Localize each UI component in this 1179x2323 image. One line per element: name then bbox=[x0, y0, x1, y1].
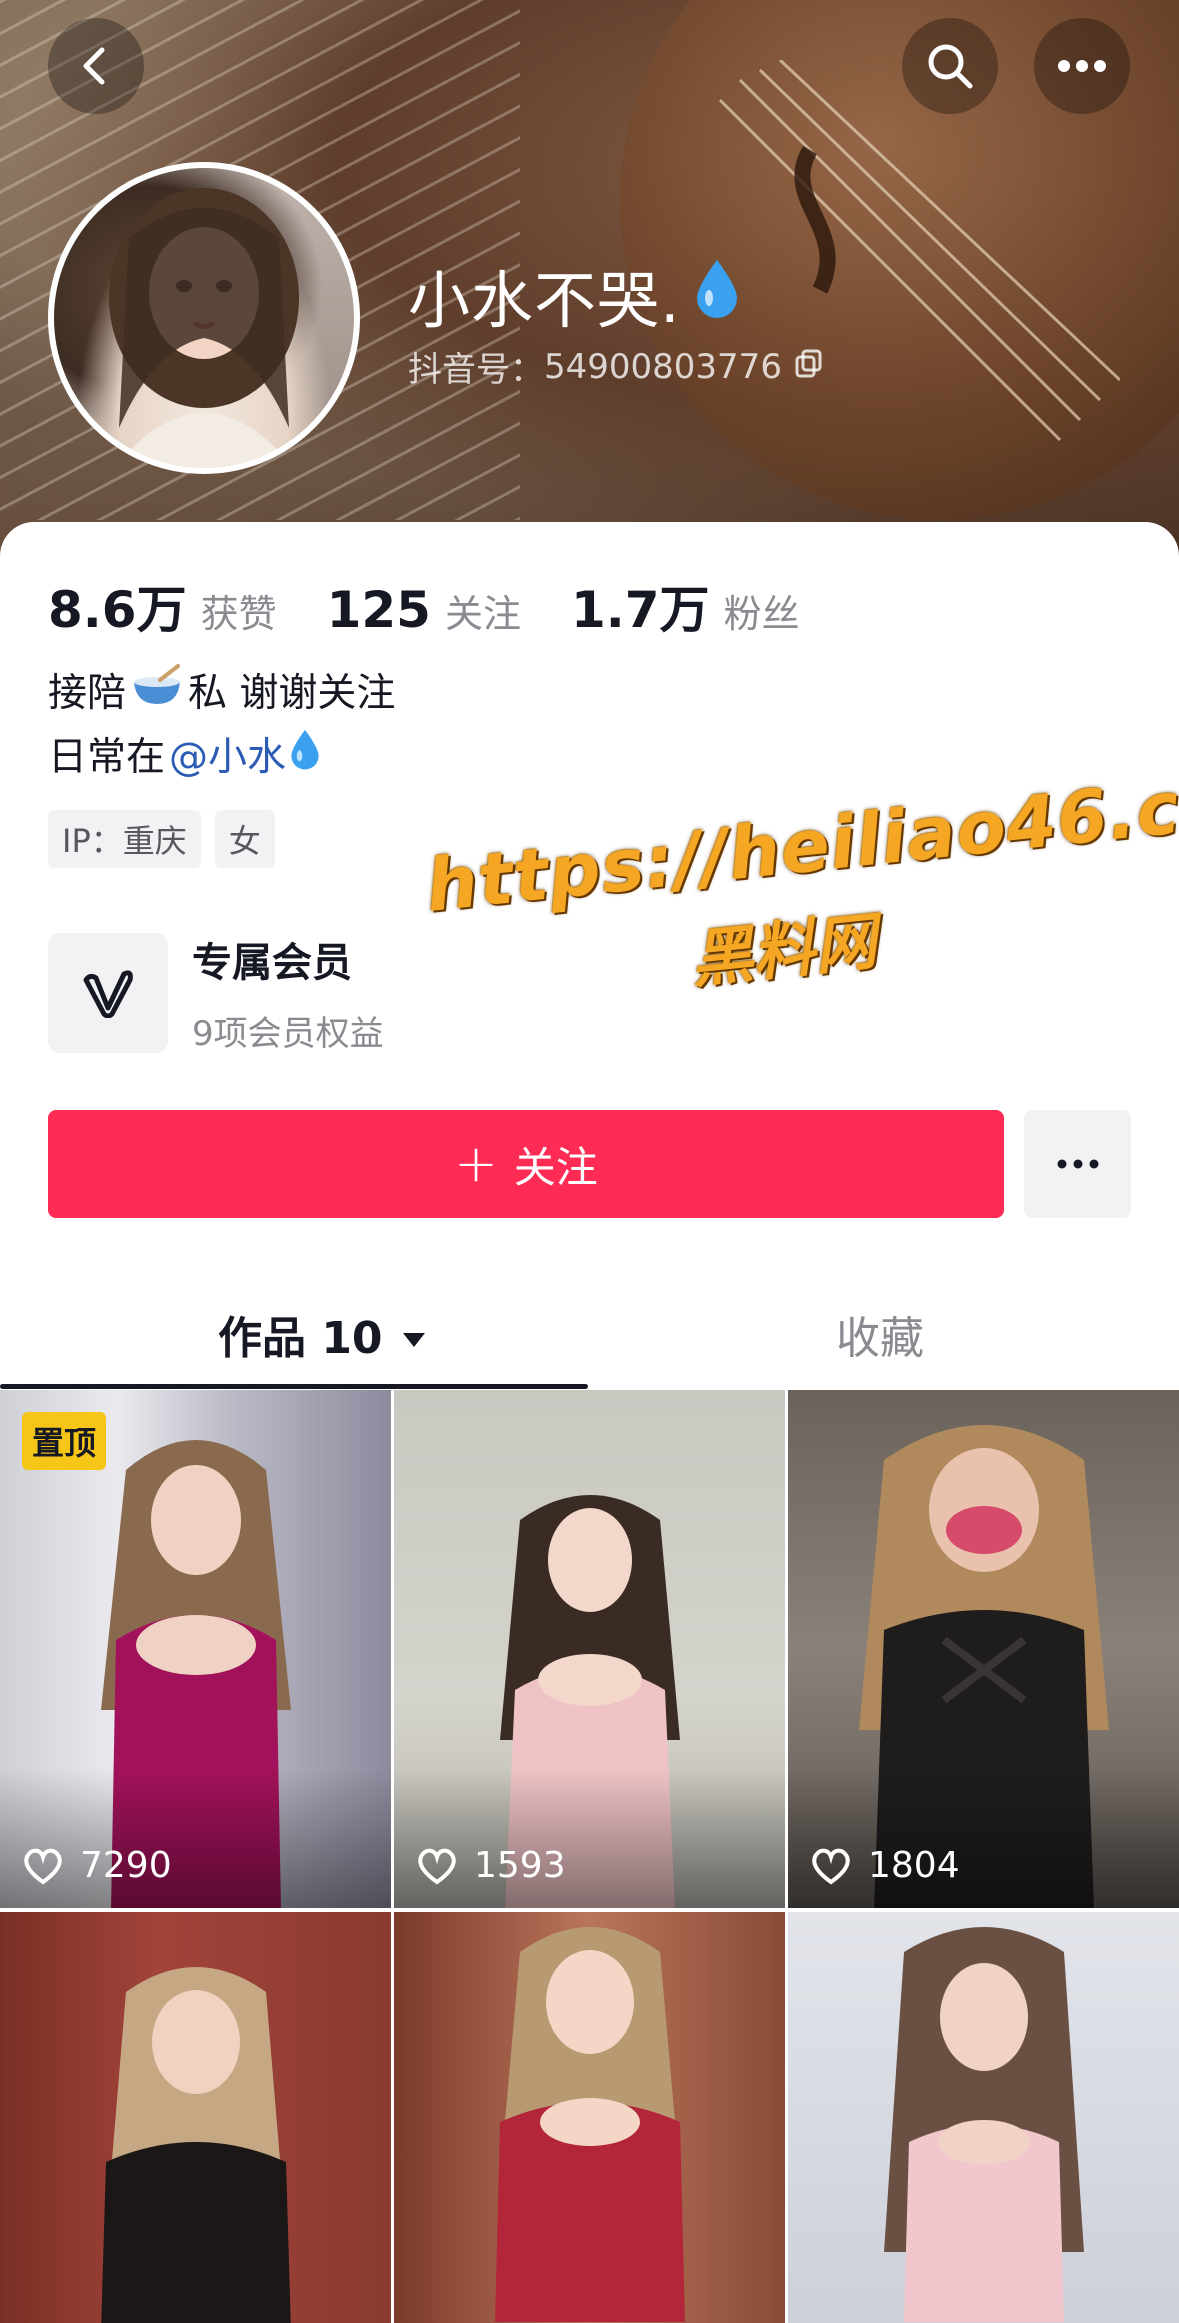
bio-mention-link[interactable]: @小水 bbox=[169, 726, 286, 790]
stat-value: 125 bbox=[326, 581, 431, 639]
bio-text: 日常在 bbox=[48, 735, 166, 780]
avatar-portrait bbox=[109, 188, 299, 468]
likes-count: 1593 bbox=[474, 1845, 566, 1886]
profile-bio: 接陪 私 谢谢关注 日常在 @小水 bbox=[48, 662, 395, 790]
membership-text: 专属会员 9项会员权益 bbox=[192, 930, 384, 1055]
stat-value: 8.6万 bbox=[48, 581, 187, 639]
search-icon bbox=[928, 44, 973, 89]
follow-button[interactable]: + 关注 bbox=[48, 1110, 1004, 1218]
tab-works-label: 作品 10 bbox=[218, 1313, 383, 1364]
profile-name-text: 小水不哭. bbox=[408, 264, 681, 337]
likes-count: 1804 bbox=[868, 1845, 960, 1886]
profile-banner: 小水不哭. 抖音号： 54900803776 bbox=[0, 0, 1179, 560]
stat-following[interactable]: 125 关注 bbox=[327, 581, 521, 639]
profile-name: 小水不哭. bbox=[408, 250, 739, 340]
video-likes: 1593 bbox=[416, 1845, 566, 1886]
caret-down-icon bbox=[401, 1309, 427, 1360]
membership-v-icon bbox=[48, 932, 168, 1053]
heart-icon bbox=[418, 1848, 456, 1884]
thumbnail-shade bbox=[788, 1768, 1179, 1908]
douyin-id-label: 抖音号： bbox=[408, 350, 544, 390]
copy-icon[interactable] bbox=[794, 347, 824, 387]
follow-more-button[interactable] bbox=[1024, 1110, 1131, 1218]
profile-page: 小水不哭. 抖音号： 54900803776 8.6万 获赞 125 关注 1.… bbox=[0, 0, 1179, 2323]
thumbnail-person bbox=[883, 1927, 1084, 2322]
douyin-id: 抖音号： 54900803776 bbox=[408, 342, 824, 391]
membership-title: 专属会员 bbox=[192, 940, 352, 986]
tag-gender: 女 bbox=[214, 810, 275, 868]
bio-text: 私 谢谢关注 bbox=[188, 671, 396, 716]
more-options-button[interactable] bbox=[1034, 18, 1130, 114]
stat-label: 关注 bbox=[444, 592, 521, 636]
stat-label: 获赞 bbox=[200, 592, 277, 636]
avatar[interactable] bbox=[48, 162, 360, 474]
tab-favorites-label: 收藏 bbox=[836, 1313, 924, 1364]
likes-count: 7290 bbox=[80, 1845, 172, 1886]
stat-likes[interactable]: 8.6万 获赞 bbox=[48, 570, 277, 642]
chevron-left-icon bbox=[83, 47, 105, 85]
video-tile[interactable] bbox=[394, 1912, 785, 2323]
video-likes: 1804 bbox=[810, 1845, 960, 1886]
more-horizontal-icon bbox=[1057, 1159, 1098, 1169]
bio-line-2: 日常在 @小水 bbox=[48, 726, 395, 790]
video-tile[interactable]: 置顶 7290 bbox=[0, 1390, 391, 1908]
thumbnail-person bbox=[100, 1967, 291, 2323]
membership-entry[interactable]: 专属会员 9项会员权益 bbox=[48, 930, 384, 1055]
search-button[interactable] bbox=[902, 18, 998, 114]
video-tile[interactable]: 1804 bbox=[788, 1390, 1179, 1908]
pinned-badge: 置顶 bbox=[22, 1412, 107, 1470]
bio-line-1: 接陪 私 谢谢关注 bbox=[48, 662, 395, 726]
water-drop-icon bbox=[290, 726, 320, 790]
thumbnail-shade bbox=[0, 1768, 391, 1908]
bowl-icon bbox=[130, 662, 184, 726]
video-tile[interactable]: 1593 bbox=[394, 1390, 785, 1908]
tag-ip-location: IP：重庆 bbox=[48, 810, 201, 868]
video-tile[interactable] bbox=[0, 1912, 391, 2323]
stat-value: 1.7万 bbox=[570, 581, 710, 639]
tab-active-indicator bbox=[0, 1384, 588, 1389]
video-tile[interactable] bbox=[788, 1912, 1179, 2323]
stat-label: 粉丝 bbox=[723, 592, 800, 636]
membership-subtitle: 9项会员权益 bbox=[192, 1014, 384, 1054]
heart-icon bbox=[24, 1848, 62, 1884]
plus-icon: + bbox=[454, 1134, 498, 1194]
video-likes: 7290 bbox=[22, 1845, 172, 1886]
thumbnail-shade bbox=[394, 1768, 785, 1908]
profile-stats: 8.6万 获赞 125 关注 1.7万 粉丝 bbox=[48, 570, 850, 642]
more-horizontal-icon bbox=[1058, 60, 1106, 72]
tab-favorites[interactable]: 收藏 bbox=[836, 1284, 924, 1384]
profile-tags: IP：重庆 女 bbox=[48, 810, 289, 868]
thumbnail-person bbox=[494, 1927, 685, 2322]
heart-icon bbox=[812, 1848, 850, 1884]
water-drop-icon bbox=[695, 258, 739, 333]
bio-text: 接陪 bbox=[48, 671, 127, 716]
follow-label: 关注 bbox=[513, 1142, 598, 1192]
banner-violin-strings bbox=[718, 60, 1120, 442]
back-button[interactable] bbox=[48, 18, 144, 114]
tab-works[interactable]: 作品 10 bbox=[218, 1284, 427, 1384]
stat-followers[interactable]: 1.7万 粉丝 bbox=[571, 570, 800, 642]
profile-tabs: 作品 10 收藏 bbox=[0, 1284, 1179, 1392]
douyin-id-value: 54900803776 bbox=[544, 346, 782, 387]
